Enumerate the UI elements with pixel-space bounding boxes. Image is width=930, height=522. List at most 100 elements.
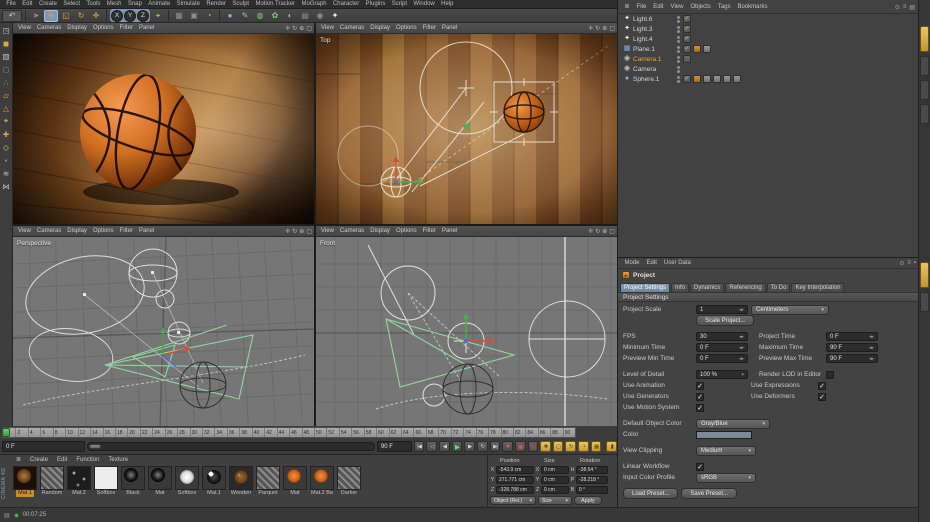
orbit-view-icon[interactable]: ↻ xyxy=(292,228,297,235)
viewport-menu-item[interactable]: Panel xyxy=(136,24,157,33)
object-row-plane1[interactable]: ▦ Plane.1 ✓ xyxy=(618,44,918,54)
layout-tab-active[interactable] xyxy=(920,26,929,52)
add-primitive-button[interactable]: ● xyxy=(223,10,237,22)
goto-end-button[interactable]: ▶| xyxy=(489,441,501,452)
z-axis-lock-button[interactable]: Z xyxy=(137,9,149,22)
viewport-menu-item[interactable]: View xyxy=(15,24,34,33)
rotation-value-field[interactable]: -28.218 ° xyxy=(576,476,608,484)
timeline-tick[interactable]: 46 xyxy=(289,428,301,437)
material-item[interactable]: Black xyxy=(120,466,146,497)
timeline-tick[interactable]: 38 xyxy=(239,428,251,437)
make-editable-button[interactable]: ◳ xyxy=(0,24,12,36)
layout-tab[interactable] xyxy=(920,292,929,312)
object-row-light4[interactable]: ✦ Light.4 ✓ xyxy=(618,34,918,44)
perspective-view-canvas[interactable] xyxy=(13,237,314,426)
viewport-menu-item[interactable]: Options xyxy=(393,227,420,236)
scale-project-button[interactable]: Scale Project... xyxy=(696,315,755,326)
use-motion-system-checkbox[interactable]: ✓ xyxy=(696,403,704,412)
object-manager-menu-item[interactable]: Bookmarks xyxy=(734,3,771,12)
use-expressions-checkbox[interactable]: ✓ xyxy=(818,381,826,390)
add-generator-button[interactable]: ◍ xyxy=(253,10,267,22)
visibility-dots[interactable] xyxy=(675,55,681,63)
menubar-item[interactable]: Script xyxy=(389,0,411,9)
timeline-tick[interactable]: 56 xyxy=(351,428,363,437)
viewport-menu-item[interactable]: View xyxy=(318,227,337,236)
maximize-view-icon[interactable]: ▢ xyxy=(609,25,615,32)
enabled-checkmark-tag[interactable]: ✓ xyxy=(683,25,691,33)
input-color-profile-dropdown[interactable]: sRGB ▾ xyxy=(696,472,756,483)
burger-icon[interactable]: ≣ xyxy=(12,456,25,465)
timeline-tick[interactable]: 64 xyxy=(401,428,413,437)
timeline-tick[interactable]: 90 xyxy=(562,428,575,437)
attribute-tab[interactable]: To Do xyxy=(766,283,791,292)
object-manager-menu-item[interactable]: Edit xyxy=(650,3,667,12)
visibility-dots[interactable] xyxy=(675,45,681,53)
record-pla-toggle[interactable]: ▦ xyxy=(590,441,602,452)
panel-icon[interactable]: ▤ xyxy=(909,4,915,11)
play-button[interactable]: ▶ xyxy=(451,441,463,452)
previous-key-button[interactable]: ◁ xyxy=(426,441,438,452)
phong-tag[interactable] xyxy=(693,75,701,83)
timeline-tick[interactable]: 6 xyxy=(40,428,52,437)
menubar-item[interactable]: Window xyxy=(410,0,438,9)
texture-tag[interactable] xyxy=(703,75,711,83)
timeline-tick[interactable]: 54 xyxy=(338,428,351,437)
level-of-detail-field[interactable]: 100 % ▾ xyxy=(696,370,748,379)
texture-tag[interactable] xyxy=(703,45,711,53)
material-item[interactable]: Mat.1 xyxy=(201,466,227,497)
project-scale-field[interactable]: 1 ◂▸ xyxy=(696,305,748,314)
timeline-tick[interactable]: 72 xyxy=(450,428,463,437)
record-keyframe-button[interactable]: ● xyxy=(502,441,513,452)
preview-min-field[interactable]: 0 F ◂▸ xyxy=(696,354,748,363)
visibility-dots[interactable] xyxy=(675,25,681,33)
viewport-menu-item[interactable]: View xyxy=(318,24,337,33)
attribute-tab[interactable]: Project Settings xyxy=(620,283,671,292)
material-thumbnail[interactable] xyxy=(310,466,334,490)
attribute-menu-item[interactable]: Mode xyxy=(621,259,643,268)
material-item[interactable]: Darker xyxy=(336,466,362,497)
timeline-tick[interactable]: 4 xyxy=(27,428,40,437)
timeline-tick[interactable]: 24 xyxy=(152,428,164,437)
viewport-menu-item[interactable]: Filter xyxy=(117,227,136,236)
top-view-canvas[interactable] xyxy=(316,34,617,224)
rotation-value-field[interactable]: -38.54 ° xyxy=(576,466,608,474)
record-position-toggle[interactable]: ✚ xyxy=(540,441,551,452)
viewport-menu-item[interactable]: Panel xyxy=(136,227,157,236)
timeline-tick[interactable]: 14 xyxy=(90,428,102,437)
viewport-menu-item[interactable]: Display xyxy=(64,24,90,33)
material-thumbnail[interactable] xyxy=(202,466,226,490)
timeline-tick[interactable]: 52 xyxy=(326,428,338,437)
mirror-button[interactable]: ⋈ xyxy=(0,180,12,192)
material-item[interactable]: Mat xyxy=(147,466,173,497)
material-item[interactable]: Parquet xyxy=(255,466,281,497)
timeline-tick[interactable]: 76 xyxy=(475,428,488,437)
viewport-menu-item[interactable]: Display xyxy=(367,227,393,236)
viewport-menu-item[interactable]: Cameras xyxy=(34,24,64,33)
texture-tag[interactable] xyxy=(713,75,721,83)
timeline-tick[interactable]: 40 xyxy=(251,428,264,437)
record-rotation-toggle[interactable]: ↻ xyxy=(565,441,577,452)
apply-button[interactable]: Apply xyxy=(574,496,602,505)
preview-max-field[interactable]: 90 F ◂▸ xyxy=(826,354,878,363)
scale-tool-button[interactable]: ◱ xyxy=(59,10,73,22)
timeline-tick[interactable]: 42 xyxy=(264,428,276,437)
timeline-tick[interactable]: 60 xyxy=(376,428,388,437)
next-frame-button[interactable]: ▶ xyxy=(464,441,475,452)
material-thumbnail[interactable] xyxy=(256,466,280,490)
position-value-field[interactable]: -328.788 cm xyxy=(496,486,534,494)
pan-view-icon[interactable]: ✛ xyxy=(588,25,593,32)
rotation-value-field[interactable]: 0 ° xyxy=(576,486,608,494)
timeline-tick[interactable]: 28 xyxy=(177,428,189,437)
visibility-dots[interactable] xyxy=(675,75,681,83)
burger-icon[interactable]: ≣ xyxy=(621,3,633,12)
solo-animation-button[interactable]: ▮ xyxy=(606,441,618,452)
timeline-tick[interactable]: 78 xyxy=(488,428,500,437)
menubar-item[interactable]: Select xyxy=(60,0,83,9)
viewport-menu-item[interactable]: Panel xyxy=(439,227,460,236)
object-row-camera1[interactable]: ◉ Camera.1 xyxy=(618,54,918,64)
undo-button[interactable]: ↶ xyxy=(2,9,22,22)
snap-toggle-button[interactable]: ◇ xyxy=(0,141,12,153)
size-value-field[interactable]: 0 cm xyxy=(541,466,569,474)
panel-icon[interactable]: ▤ xyxy=(4,512,10,519)
use-deformers-checkbox[interactable]: ✓ xyxy=(818,392,826,401)
